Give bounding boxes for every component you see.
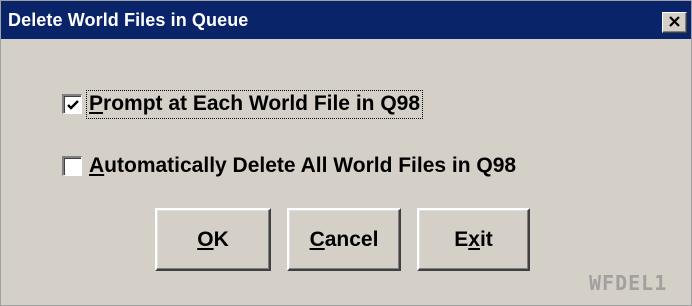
checkmark-icon xyxy=(67,100,79,110)
close-button[interactable] xyxy=(662,12,687,33)
title-bar[interactable]: Delete World Files in Queue xyxy=(1,1,691,39)
checkbox-label[interactable]: Prompt at Each World File in Q98 xyxy=(85,89,424,119)
close-icon xyxy=(668,14,681,32)
prompt-each-checkbox[interactable]: Prompt at Each World File in Q98 xyxy=(62,88,424,120)
checkbox-label[interactable]: Automatically Delete All World Files in … xyxy=(87,153,518,180)
checkbox-box[interactable] xyxy=(62,156,82,176)
dialog-window: Delete World Files in Queue Prompt at Ea… xyxy=(0,0,692,306)
ok-button[interactable]: OK xyxy=(155,208,271,271)
exit-button[interactable]: Ex it xyxy=(417,208,530,271)
cancel-button[interactable]: Cancel xyxy=(287,208,401,271)
checkbox-box[interactable] xyxy=(62,94,82,114)
auto-delete-checkbox[interactable]: Automatically Delete All World Files in … xyxy=(62,150,518,182)
dialog-title: Delete World Files in Queue xyxy=(8,10,249,30)
form-code-label: WFDEL1 xyxy=(589,271,668,295)
